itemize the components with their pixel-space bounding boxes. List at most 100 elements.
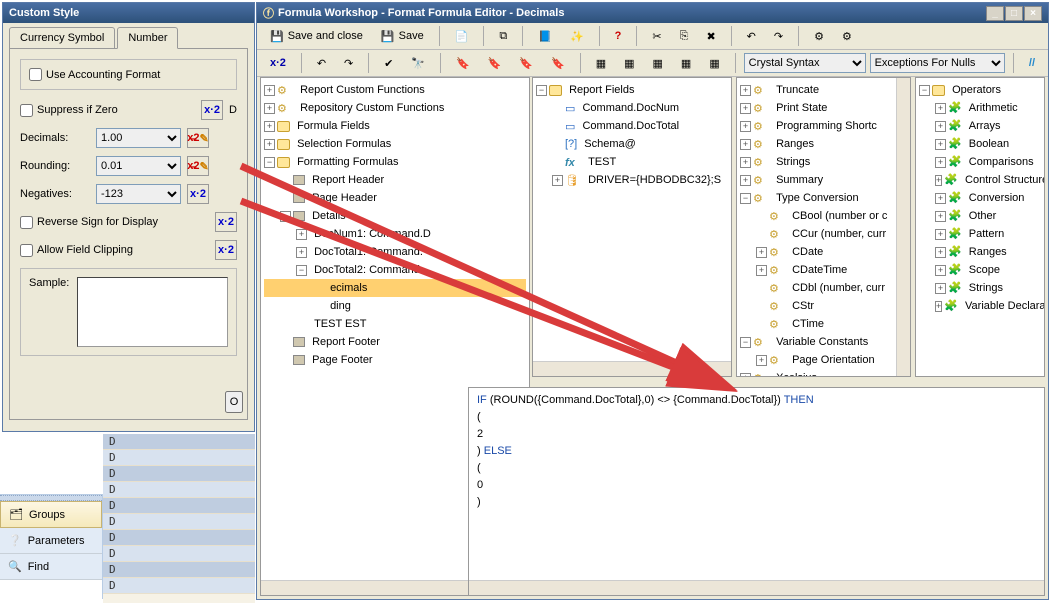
- win3-button[interactable]: ▦: [646, 54, 670, 73]
- wand-button[interactable]: ✨: [563, 27, 591, 46]
- tree-item[interactable]: +⚙ Summary: [740, 171, 907, 189]
- syntax-select[interactable]: Crystal Syntax: [744, 53, 866, 73]
- tree-item[interactable]: +⚙ Programming Shortc: [740, 117, 907, 135]
- tree-item[interactable]: ▭ Command.DocNum: [536, 99, 728, 117]
- redo2-button[interactable]: ↷: [337, 54, 360, 73]
- tree-item[interactable]: −⚙ Type Conversion: [740, 189, 907, 207]
- help-button[interactable]: ?: [608, 27, 629, 45]
- tree-item[interactable]: +⚙ Ranges: [740, 135, 907, 153]
- tree-item[interactable]: +⚙ Repository Custom Functions: [264, 99, 526, 117]
- cut-button[interactable]: ✂: [645, 27, 668, 46]
- x2-negatives-button[interactable]: x·2: [187, 184, 209, 204]
- groups-button[interactable]: 🗂Groups: [0, 501, 102, 528]
- bm2-button[interactable]: 🔖: [481, 54, 509, 73]
- tree-item[interactable]: +🧩 Conversion: [919, 189, 1041, 207]
- tree-item[interactable]: +🛢 DRIVER={HDBODBC32};S: [536, 171, 728, 189]
- check-button[interactable]: ✔: [377, 54, 400, 73]
- tree-item[interactable]: +⚙ Strings: [740, 153, 907, 171]
- tab-number[interactable]: Number: [117, 27, 178, 49]
- save-button[interactable]: 💾Save: [374, 27, 431, 46]
- binoculars-icon[interactable]: 🔭: [404, 54, 432, 73]
- save-and-close-button[interactable]: 💾Save and close: [263, 27, 370, 46]
- fields-tree[interactable]: − Report Fields ▭ Command.DocNum▭ Comman…: [533, 78, 731, 192]
- tree-item[interactable]: ⚙ CCur (number, curr: [740, 225, 907, 243]
- bm3-button[interactable]: 🔖: [512, 54, 540, 73]
- tree-item[interactable]: +🧩 Pattern: [919, 225, 1041, 243]
- suppress-zero-checkbox[interactable]: Suppress if Zero: [20, 104, 118, 117]
- tree-item[interactable]: ⚙ CDbl (number, curr: [740, 279, 907, 297]
- negatives-select[interactable]: -123: [96, 184, 181, 204]
- tree-item[interactable]: + DocNum1: Command.D: [264, 225, 526, 243]
- tree-item[interactable]: +🧩 Variable Declarations: [919, 297, 1041, 315]
- maximize-button[interactable]: □: [1005, 6, 1023, 21]
- left-tree[interactable]: +⚙ Report Custom Functions+⚙ Repository …: [261, 78, 529, 372]
- x2-clipping-button[interactable]: x·2: [215, 240, 237, 260]
- tree-item[interactable]: +⚙ Truncate: [740, 81, 907, 99]
- tree-item[interactable]: ⚙ CStr: [740, 297, 907, 315]
- tree-item[interactable]: −⚙ Variable Constants: [740, 333, 907, 351]
- tree-item[interactable]: fx TEST: [536, 153, 728, 171]
- tree-item[interactable]: +🧩 Scope: [919, 261, 1041, 279]
- nulls-select[interactable]: Exceptions For Nulls: [870, 53, 1005, 73]
- vscroll[interactable]: [896, 78, 910, 376]
- x2-reverse-button[interactable]: x·2: [215, 212, 237, 232]
- funcs-tree[interactable]: +⚙ Truncate+⚙ Print State+⚙ Programming …: [737, 78, 910, 377]
- tree-item[interactable]: + Formula Fields: [264, 117, 526, 135]
- tree-item[interactable]: − Details: [264, 207, 526, 225]
- delete-button[interactable]: ✖: [699, 27, 722, 46]
- tree-item[interactable]: ecimals: [264, 279, 526, 297]
- tree-item[interactable]: + Selection Formulas: [264, 135, 526, 153]
- tree-item[interactable]: Page Header: [264, 189, 526, 207]
- hscroll[interactable]: [533, 361, 731, 376]
- use-accounting-checkbox[interactable]: Use Accounting Format: [29, 68, 228, 81]
- tree-item[interactable]: TEST EST: [264, 315, 526, 333]
- tree-item[interactable]: +🧩 Arrays: [919, 117, 1041, 135]
- tree-item[interactable]: +⚙ Print State: [740, 99, 907, 117]
- x2-rounding-button[interactable]: x̶2 ✎: [187, 156, 209, 176]
- parameters-button[interactable]: ❔Parameters: [0, 528, 102, 554]
- find-button[interactable]: 🔍Find: [0, 554, 102, 580]
- tree-item[interactable]: − DocTotal2: Command.: [264, 261, 526, 279]
- tree-item[interactable]: ⚙ CTime: [740, 315, 907, 333]
- redo-button[interactable]: ↷: [767, 27, 790, 46]
- tree-item[interactable]: Report Footer: [264, 333, 526, 351]
- new-button[interactable]: 📄: [448, 27, 476, 46]
- ops-tree[interactable]: − Operators +🧩 Arithmetic+🧩 Arrays+🧩 Boo…: [916, 78, 1044, 318]
- minimize-button[interactable]: _: [986, 6, 1004, 21]
- tree-item[interactable]: +🧩 Other: [919, 207, 1041, 225]
- decimals-select[interactable]: 1.00: [96, 128, 181, 148]
- tree-item[interactable]: +⚙ CDateTime: [740, 261, 907, 279]
- win4-button[interactable]: ▦: [674, 54, 698, 73]
- tree-item[interactable]: +🧩 Arithmetic: [919, 99, 1041, 117]
- tree-item[interactable]: +⚙ Xcelsius: [740, 369, 907, 377]
- tree-item[interactable]: +🧩 Strings: [919, 279, 1041, 297]
- win2-button[interactable]: ▦: [617, 54, 641, 73]
- x2-suppress-button[interactable]: x·2: [201, 100, 223, 120]
- copy-button[interactable]: ⎘: [673, 27, 696, 46]
- tree-item[interactable]: Report Header: [264, 171, 526, 189]
- tree-item[interactable]: +🧩 Ranges: [919, 243, 1041, 261]
- tree-item[interactable]: +🧩 Comparisons: [919, 153, 1041, 171]
- tree-item[interactable]: − Formatting Formulas: [264, 153, 526, 171]
- bm1-button[interactable]: 🔖: [449, 54, 477, 73]
- tree-item[interactable]: +🧩 Boolean: [919, 135, 1041, 153]
- win1-button[interactable]: ▦: [589, 54, 613, 73]
- tree-item[interactable]: +🧩 Control Structures: [919, 171, 1041, 189]
- gear1-button[interactable]: ⚙: [807, 27, 831, 46]
- rounding-select[interactable]: 0.01: [96, 156, 181, 176]
- x2-decimals-button[interactable]: x̶2 ✎: [187, 128, 209, 148]
- tree-item[interactable]: +⚙ CDate: [740, 243, 907, 261]
- book-button[interactable]: 📘: [531, 27, 559, 46]
- reverse-sign-checkbox[interactable]: Reverse Sign for Display: [20, 216, 158, 229]
- comment-button[interactable]: //: [1022, 54, 1042, 72]
- tree-item[interactable]: [?] Schema@: [536, 135, 728, 153]
- toggle-button[interactable]: ⧉: [492, 27, 514, 46]
- tree-item[interactable]: ⚙ CBool (number or c: [740, 207, 907, 225]
- x2-toolbar-button[interactable]: x·2: [263, 54, 293, 72]
- tree-item[interactable]: ▭ Command.DocTotal: [536, 117, 728, 135]
- tab-currency-symbol[interactable]: Currency Symbol: [9, 27, 115, 48]
- hscroll[interactable]: [469, 580, 1044, 595]
- bm4-button[interactable]: 🔖: [544, 54, 572, 73]
- allow-clipping-checkbox[interactable]: Allow Field Clipping: [20, 244, 133, 257]
- formula-editor[interactable]: IF (ROUND({Command.DocTotal},0) <> {Comm…: [468, 387, 1045, 596]
